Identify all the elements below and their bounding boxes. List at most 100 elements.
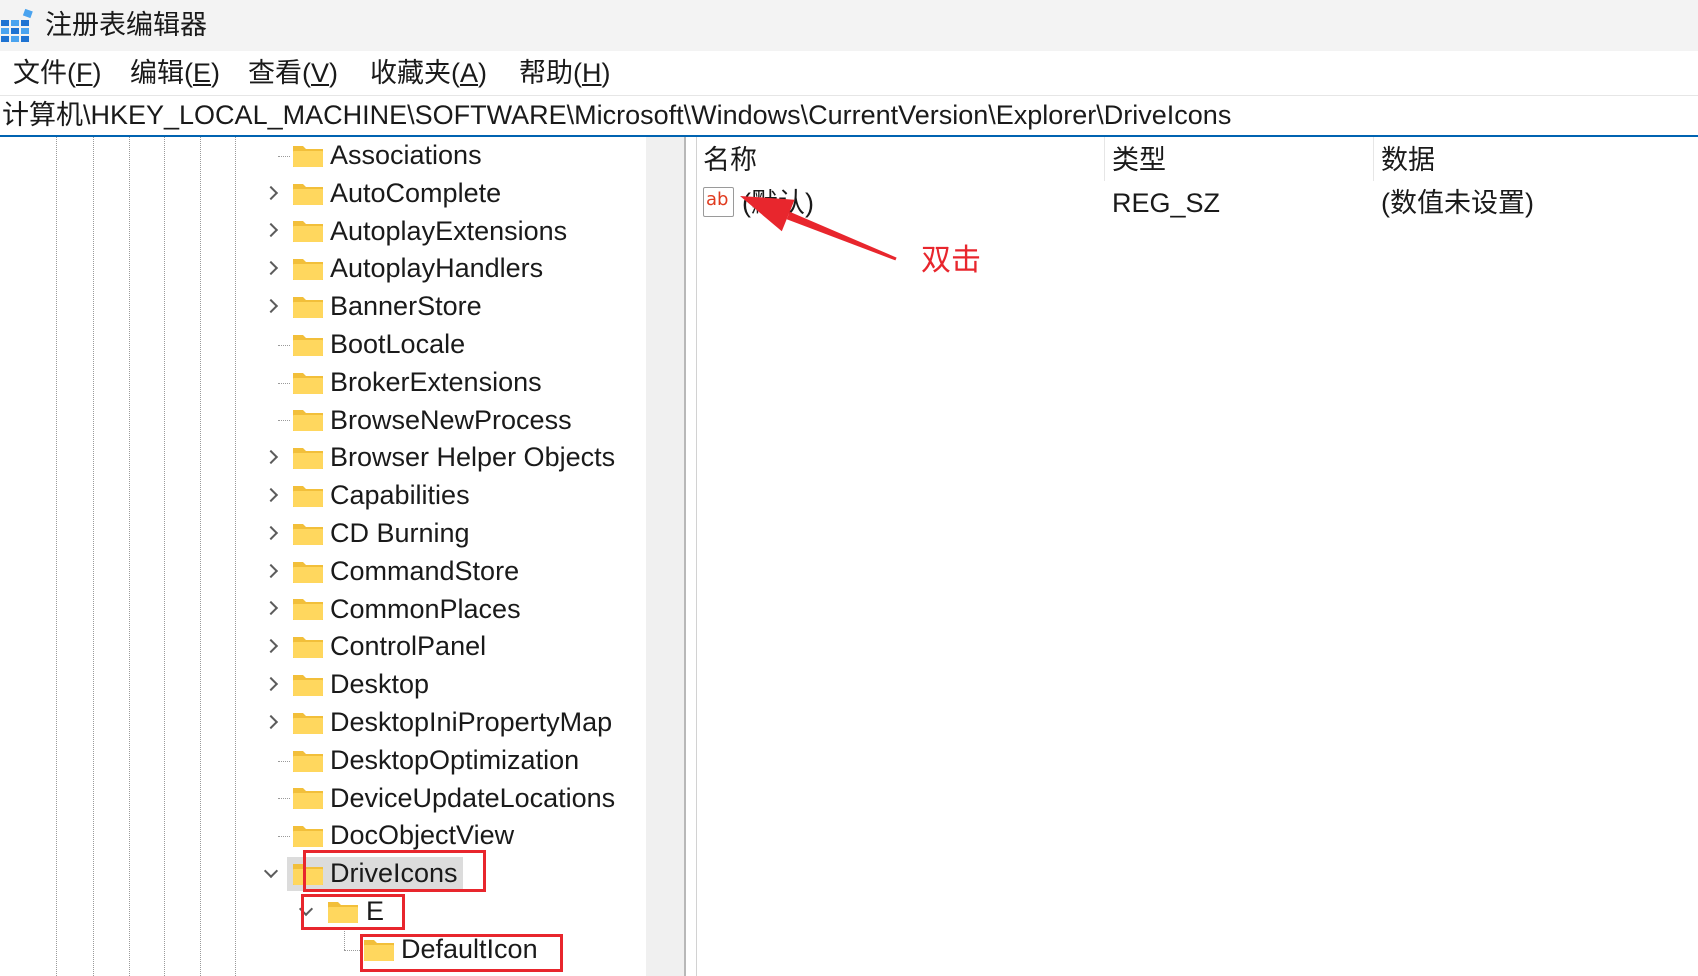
tree-item-label[interactable]: AutoplayHandlers bbox=[330, 250, 543, 288]
chevron-right-icon[interactable] bbox=[263, 563, 279, 578]
tree-item-docobjectview[interactable]: DocObjectView bbox=[0, 817, 646, 855]
menu-item-v[interactable]: 查看(V) bbox=[246, 51, 340, 95]
folder-icon[interactable] bbox=[292, 786, 324, 810]
tree-item-commandstore[interactable]: CommandStore bbox=[0, 553, 646, 591]
tree-item-label[interactable]: Desktop bbox=[330, 666, 429, 704]
tree-item-driveicons[interactable]: DriveIcons bbox=[0, 855, 646, 893]
tree-item-autoplayextensions[interactable]: AutoplayExtensions bbox=[0, 213, 646, 251]
tree-item-label[interactable]: DesktopOptimization bbox=[330, 742, 579, 780]
column-divider[interactable] bbox=[1373, 137, 1374, 181]
tree-item-label[interactable]: ControlPanel bbox=[330, 628, 486, 666]
tree-item-e[interactable]: E bbox=[0, 893, 646, 931]
tree-item-label[interactable]: BrokerExtensions bbox=[330, 364, 542, 402]
values-list[interactable]: 名称 类型 数据 ab (默认) REG_SZ (数值未设置) bbox=[697, 137, 1698, 976]
tree-item-label[interactable]: Associations bbox=[330, 137, 482, 175]
tree-item-label[interactable]: AutoplayExtensions bbox=[330, 213, 567, 251]
tree-item-label[interactable]: DocObjectView bbox=[330, 817, 514, 855]
tree-item-bootlocale[interactable]: BootLocale bbox=[0, 326, 646, 364]
folder-icon[interactable] bbox=[363, 938, 395, 962]
column-header-type[interactable]: 类型 bbox=[1112, 137, 1166, 183]
folder-icon[interactable] bbox=[292, 597, 324, 621]
title-bar[interactable]: 注册表编辑器 bbox=[0, 0, 1698, 51]
column-header-name[interactable]: 名称 bbox=[703, 137, 757, 183]
menu-item-f[interactable]: 文件(F) bbox=[11, 51, 104, 95]
folder-icon[interactable] bbox=[292, 824, 324, 848]
tree-item-browsenewprocess[interactable]: BrowseNewProcess bbox=[0, 402, 646, 440]
menu-item-e[interactable]: 编辑(E) bbox=[128, 51, 222, 95]
tree-item-label[interactable]: BootLocale bbox=[330, 326, 465, 364]
tree-item-label[interactable]: AutoComplete bbox=[330, 175, 501, 213]
chevron-down-icon[interactable] bbox=[263, 863, 279, 879]
chevron-right-icon[interactable] bbox=[263, 601, 279, 616]
menu-item-a[interactable]: 收藏夹(A) bbox=[368, 51, 489, 95]
tree-item-label[interactable]: BrowseNewProcess bbox=[330, 402, 572, 440]
chevron-right-icon[interactable] bbox=[263, 450, 279, 465]
chevron-right-icon[interactable] bbox=[263, 487, 279, 503]
tree-item-label[interactable]: CommonPlaces bbox=[330, 591, 521, 629]
chevron-right-icon[interactable] bbox=[263, 185, 279, 200]
chevron-right-icon[interactable] bbox=[263, 714, 279, 729]
folder-icon[interactable] bbox=[292, 522, 324, 546]
folder-icon[interactable] bbox=[292, 484, 324, 508]
folder-icon[interactable] bbox=[292, 144, 324, 168]
chevron-right-icon[interactable] bbox=[263, 676, 279, 692]
tree-scrollbar[interactable] bbox=[646, 137, 684, 976]
tree-item-controlpanel[interactable]: ControlPanel bbox=[0, 628, 646, 666]
tree-item-brokerextensions[interactable]: BrokerExtensions bbox=[0, 364, 646, 402]
chevron-right-icon[interactable] bbox=[263, 223, 279, 238]
folder-icon[interactable] bbox=[292, 446, 324, 470]
folder-icon[interactable] bbox=[292, 635, 324, 659]
folder-icon[interactable] bbox=[292, 257, 324, 281]
tree-item-label[interactable]: DesktopIniPropertyMap bbox=[330, 704, 612, 742]
tree-item-capabilities[interactable]: Capabilities bbox=[0, 477, 646, 515]
tree-item-label[interactable]: DefaultIcon bbox=[401, 931, 538, 969]
chevron-down-icon[interactable] bbox=[298, 901, 314, 916]
tree-item-label[interactable]: CommandStore bbox=[330, 553, 519, 591]
tree-item-label[interactable]: Capabilities bbox=[330, 477, 470, 515]
chevron-right-icon[interactable] bbox=[263, 639, 279, 654]
value-name[interactable]: (默认) bbox=[742, 185, 814, 221]
tree-item-autocomplete[interactable]: AutoComplete bbox=[0, 175, 646, 213]
tree-item-desktopoptimization[interactable]: DesktopOptimization bbox=[0, 742, 646, 780]
tree-item-label[interactable]: DeviceUpdateLocations bbox=[330, 780, 615, 818]
folder-icon[interactable] bbox=[292, 560, 324, 584]
tree-item-bannerstore[interactable]: BannerStore bbox=[0, 288, 646, 326]
folder-icon[interactable] bbox=[292, 862, 324, 886]
tree-item-cd-burning[interactable]: CD Burning bbox=[0, 515, 646, 553]
tree-item-deviceupdatelocations[interactable]: DeviceUpdateLocations bbox=[0, 780, 646, 818]
tree-item-label[interactable]: Browser Helper Objects bbox=[330, 439, 615, 477]
column-divider[interactable] bbox=[1104, 137, 1105, 181]
pane-splitter[interactable] bbox=[684, 137, 686, 976]
folder-icon[interactable] bbox=[292, 749, 324, 773]
menu-item-h[interactable]: 帮助(H) bbox=[517, 51, 613, 95]
chevron-right-icon[interactable] bbox=[263, 525, 279, 540]
folder-icon[interactable] bbox=[292, 182, 324, 206]
folder-icon[interactable] bbox=[292, 219, 324, 243]
tree-item-label[interactable]: BannerStore bbox=[330, 288, 482, 326]
folder-icon[interactable] bbox=[292, 333, 324, 357]
folder-icon[interactable] bbox=[292, 371, 324, 395]
tree-item-defaulticon[interactable]: DefaultIcon bbox=[0, 930, 646, 969]
tree-item-label[interactable]: CD Burning bbox=[330, 515, 470, 553]
folder-icon[interactable] bbox=[292, 673, 324, 697]
chevron-right-icon[interactable] bbox=[263, 299, 279, 314]
address-path[interactable]: 计算机\HKEY_LOCAL_MACHINE\SOFTWARE\Microsof… bbox=[2, 96, 1231, 135]
tree-item-browser-helper-objects[interactable]: Browser Helper Objects bbox=[0, 439, 646, 477]
folder-icon[interactable] bbox=[292, 295, 324, 319]
folder-icon[interactable] bbox=[292, 408, 324, 432]
tree-item-label[interactable]: E bbox=[366, 893, 384, 931]
chevron-right-icon[interactable] bbox=[263, 261, 279, 276]
address-bar[interactable]: 计算机\HKEY_LOCAL_MACHINE\SOFTWARE\Microsof… bbox=[0, 95, 1698, 137]
tree-connector-line bbox=[278, 420, 290, 422]
tree-item-autoplayhandlers[interactable]: AutoplayHandlers bbox=[0, 250, 646, 288]
tree-item-label[interactable]: DriveIcons bbox=[330, 855, 458, 893]
tree-item-commonplaces[interactable]: CommonPlaces bbox=[0, 591, 646, 629]
tree-item-desktop[interactable]: Desktop bbox=[0, 666, 646, 704]
folder-icon[interactable] bbox=[327, 900, 359, 924]
tree-item-associations[interactable]: Associations bbox=[0, 137, 646, 175]
registry-tree[interactable]: Associations AutoComplete AutoplayExtensio… bbox=[0, 137, 646, 976]
folder-icon[interactable] bbox=[292, 711, 324, 735]
value-row-default[interactable]: ab (默认) REG_SZ (数值未设置) bbox=[697, 185, 1698, 221]
tree-item-desktopinipropertymap[interactable]: DesktopIniPropertyMap bbox=[0, 704, 646, 742]
column-header-data[interactable]: 数据 bbox=[1381, 137, 1435, 183]
